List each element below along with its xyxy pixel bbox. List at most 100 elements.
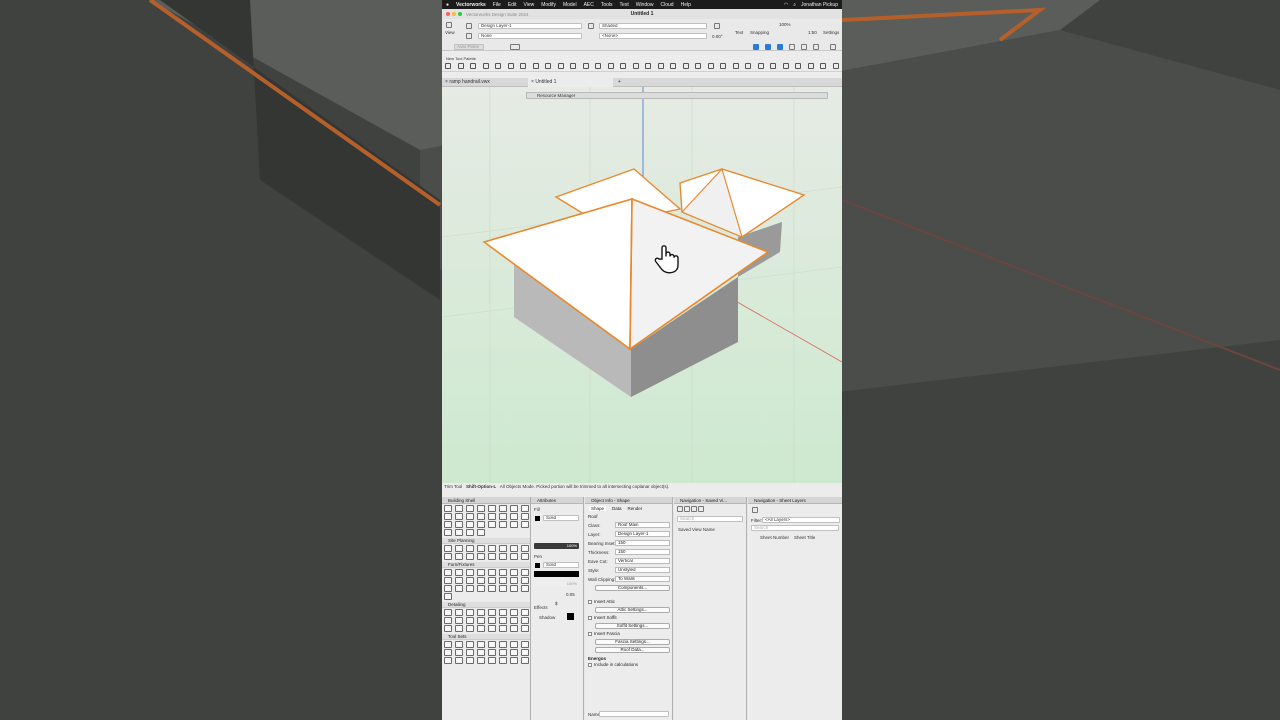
snap-distance-icon[interactable] — [801, 44, 807, 50]
detail-tool-c-icon[interactable] — [466, 609, 474, 616]
door-tool-icon[interactable] — [455, 505, 463, 512]
furn-tool-k-icon[interactable] — [466, 577, 474, 584]
fill-opacity-bar[interactable]: 100% — [534, 543, 579, 549]
detail-tool-u-icon[interactable] — [488, 625, 496, 632]
layer-select[interactable]: Design Layer-1 — [615, 531, 670, 537]
split-tool-icon[interactable] — [645, 63, 652, 69]
site-tool-k-icon[interactable] — [466, 553, 474, 560]
toolset-o-icon[interactable] — [510, 649, 518, 656]
detail-tool-e-icon[interactable] — [488, 609, 496, 616]
detail-tool-o-icon[interactable] — [510, 617, 518, 624]
detail-tool-s-icon[interactable] — [466, 625, 474, 632]
ramp-tool-icon[interactable] — [477, 513, 485, 520]
menu-window[interactable]: Window — [636, 2, 654, 8]
site-tool-j-icon[interactable] — [455, 553, 463, 560]
soffit-settings-button[interactable]: Soffit Settings... — [595, 623, 670, 629]
toolset-j-icon[interactable] — [455, 649, 463, 656]
tab-data[interactable]: Data — [612, 506, 622, 511]
detail-tool-k-icon[interactable] — [466, 617, 474, 624]
pan-tool-icon[interactable] — [457, 63, 464, 69]
layers-icon[interactable] — [466, 23, 472, 29]
furn-tool-g-icon[interactable] — [510, 569, 518, 576]
toolset-f-icon[interactable] — [499, 641, 507, 648]
furn-tool-a-icon[interactable] — [444, 569, 452, 576]
insert-fascia-checkbox[interactable]: Insert Fascia — [585, 630, 672, 638]
detail-tool-x-icon[interactable] — [521, 625, 529, 632]
wall-tool-icon[interactable] — [444, 505, 452, 512]
snap-tangent-icon[interactable] — [813, 44, 819, 50]
standard-views-icon[interactable] — [714, 23, 720, 29]
toolset-e-icon[interactable] — [488, 641, 496, 648]
saved-view-edit-icon[interactable] — [684, 506, 690, 512]
toolset-p-icon[interactable] — [521, 649, 529, 656]
furn-tool-t-icon[interactable] — [477, 585, 485, 592]
detail-tool-q-icon[interactable] — [444, 625, 452, 632]
saved-view-duplicate-icon[interactable] — [691, 506, 697, 512]
tab-shape[interactable]: Shape — [589, 506, 607, 511]
toolset-m-icon[interactable] — [488, 649, 496, 656]
chimney-tool-icon[interactable] — [521, 513, 529, 520]
scale-tool-icon[interactable] — [720, 63, 727, 69]
toolset-n-icon[interactable] — [499, 649, 507, 656]
toolset-w-icon[interactable] — [510, 657, 518, 664]
zoom-value[interactable]: 100% — [779, 22, 791, 27]
push-pull-tool-icon[interactable] — [745, 63, 752, 69]
pen-color-bar[interactable] — [534, 571, 579, 577]
deform-tool-icon[interactable] — [820, 63, 827, 69]
angle-value[interactable]: 0.00° — [712, 34, 723, 39]
line-type-icon[interactable]: $ — [555, 601, 558, 606]
shell-tool-a-icon[interactable] — [444, 521, 452, 528]
toolset-c-icon[interactable] — [466, 641, 474, 648]
shell-tool-l-icon[interactable] — [477, 529, 485, 536]
insert-attic-checkbox[interactable]: Insert Attic — [585, 598, 672, 606]
bearing-inset-input[interactable]: 150 — [615, 540, 670, 546]
fillet-tool-icon[interactable] — [670, 63, 677, 69]
text-label[interactable]: Text — [735, 30, 743, 35]
resource-manager-bar[interactable]: Resource Manager — [526, 92, 828, 99]
filter-select[interactable]: <All Layers> — [762, 517, 840, 523]
detail-tool-t-icon[interactable] — [477, 625, 485, 632]
insert-soffit-checkbox[interactable]: Insert Soffit — [585, 614, 672, 622]
toolset-b-icon[interactable] — [455, 641, 463, 648]
space-tool-icon[interactable] — [521, 505, 529, 512]
move-tool-icon[interactable] — [707, 63, 714, 69]
toolset-t-icon[interactable] — [477, 657, 485, 664]
shell-tool-g-icon[interactable] — [510, 521, 518, 528]
shell-tool-b-icon[interactable] — [455, 521, 463, 528]
planar-icon[interactable] — [510, 44, 520, 50]
shell-tool-j-icon[interactable] — [455, 529, 463, 536]
detail-tool-j-icon[interactable] — [455, 617, 463, 624]
scale-value[interactable]: 1:50 — [808, 30, 817, 35]
attic-settings-button[interactable]: Attic Settings... — [595, 607, 670, 613]
trim-tool-icon[interactable] — [495, 63, 502, 69]
detail-tool-p-icon[interactable] — [521, 617, 529, 624]
furn-tool-n-icon[interactable] — [499, 577, 507, 584]
furn-tool-r-icon[interactable] — [455, 585, 463, 592]
selection-tool-icon[interactable] — [445, 63, 451, 69]
beam-tool-icon[interactable] — [455, 513, 463, 520]
saved-views-search[interactable]: Search — [677, 516, 743, 522]
saved-view-name-column[interactable]: Saved View Name — [678, 527, 715, 532]
site-tool-m-icon[interactable] — [488, 553, 496, 560]
tab-render[interactable]: Render — [628, 506, 643, 511]
classes-icon[interactable] — [466, 33, 472, 39]
menu-tools[interactable]: Tools — [601, 2, 613, 8]
furn-tool-e-icon[interactable] — [488, 569, 496, 576]
user-name[interactable]: Jonathan Pickup — [801, 2, 838, 8]
toolset-g-icon[interactable] — [510, 641, 518, 648]
site-tool-b-icon[interactable] — [455, 545, 463, 552]
shell-tool-c-icon[interactable] — [466, 521, 474, 528]
detail-tool-l-icon[interactable] — [477, 617, 485, 624]
furn-tool-m-icon[interactable] — [488, 577, 496, 584]
subdivision-tool-icon[interactable] — [832, 63, 839, 69]
detail-tool-n-icon[interactable] — [499, 617, 507, 624]
window-tool-icon[interactable] — [466, 505, 474, 512]
site-tool-p-icon[interactable] — [521, 553, 529, 560]
layer-select[interactable]: Design Layer-1 — [478, 23, 582, 29]
detail-tool-v-icon[interactable] — [499, 625, 507, 632]
toolset-i-icon[interactable] — [444, 649, 452, 656]
class-select[interactable]: None — [478, 33, 582, 39]
polyline-tool-icon[interactable] — [570, 63, 577, 69]
chamfer-tool-icon[interactable] — [682, 63, 689, 69]
class-select[interactable]: Roof Main — [615, 522, 670, 528]
